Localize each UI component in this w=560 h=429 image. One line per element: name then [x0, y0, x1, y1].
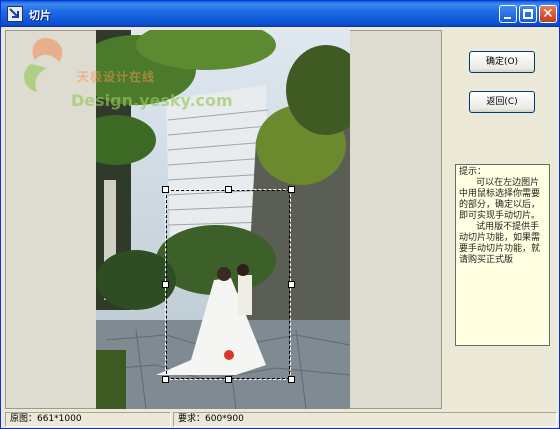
- window-title: 切片: [29, 9, 51, 22]
- title-bar[interactable]: 切片 ✕: [1, 1, 559, 27]
- status-original-size: 原图：661*1000: [5, 412, 171, 427]
- watermark-text-cn: 天极设计在线: [77, 70, 156, 84]
- crop-handle-top-left[interactable]: [162, 186, 169, 193]
- minimize-button[interactable]: [499, 5, 517, 23]
- crop-handle-middle-left[interactable]: [162, 281, 169, 288]
- crop-handle-bottom-right[interactable]: [288, 376, 295, 383]
- back-button[interactable]: 返回(C): [469, 91, 535, 113]
- watermark-text-en: Design.yesky.com: [71, 91, 233, 110]
- hint-body: 可以在左边图片中用鼠标选择你需要的部分，确定以后，即可实现手动切片。 试用版不提…: [459, 178, 541, 265]
- crop-handle-top-right[interactable]: [288, 186, 295, 193]
- crop-handle-middle-right[interactable]: [288, 281, 295, 288]
- slice-dialog-window: 切片 ✕ 天极设计在线 Design.yesky.com 确定(O) 返回(C)…: [0, 0, 560, 429]
- crop-handle-top-middle[interactable]: [225, 186, 232, 193]
- close-button[interactable]: ✕: [539, 5, 557, 23]
- maximize-button[interactable]: [519, 5, 537, 23]
- status-required-size: 要求：600*900: [173, 412, 557, 427]
- close-icon: ✕: [542, 6, 554, 22]
- hint-title: 提示：: [459, 167, 487, 177]
- confirm-button[interactable]: 确定(O): [469, 51, 535, 73]
- crop-handle-bottom-middle[interactable]: [225, 376, 232, 383]
- watermark-logo: 天极设计在线 Design.yesky.com: [15, 30, 255, 110]
- app-icon[interactable]: [7, 6, 23, 22]
- minimize-icon: [504, 17, 511, 19]
- maximize-icon: [523, 9, 533, 19]
- crop-handle-bottom-left[interactable]: [162, 376, 169, 383]
- crop-selection-box[interactable]: [162, 186, 295, 383]
- hint-panel: 提示： 可以在左边图片中用鼠标选择你需要的部分，确定以后，即可实现手动切片。 试…: [455, 164, 550, 346]
- status-bar: 原图：661*1000 要求：600*900: [1, 411, 559, 428]
